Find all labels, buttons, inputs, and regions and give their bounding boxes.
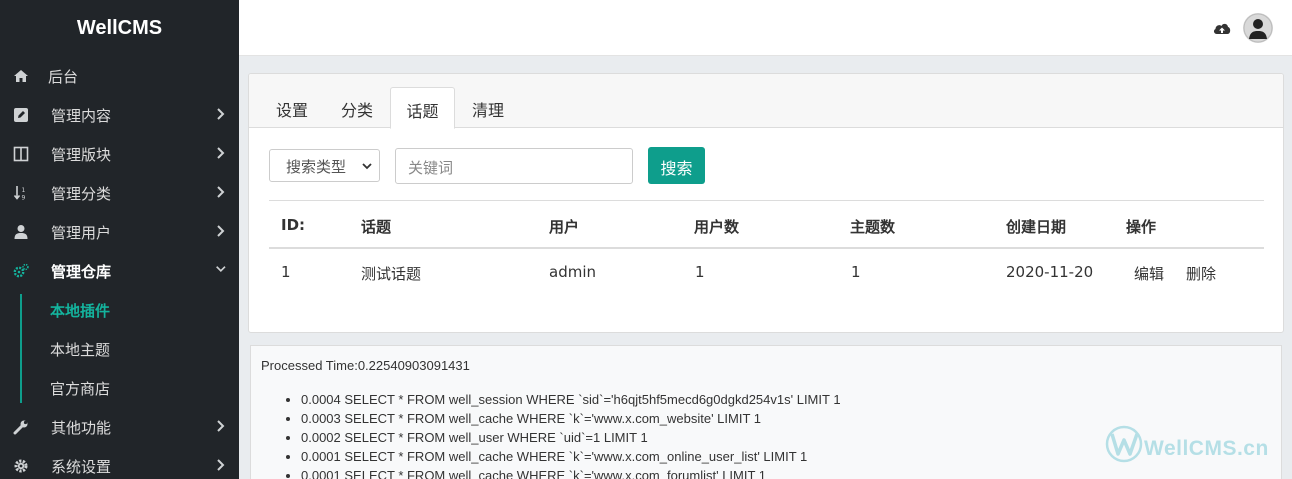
svg-text:9: 9 [22, 195, 26, 202]
watermark-w-icon [1105, 425, 1143, 463]
tab-settings[interactable]: 设置 [267, 87, 317, 128]
sidebar-item-other[interactable]: 其他功能 [0, 407, 239, 446]
col-user: 用户 [549, 218, 580, 236]
topics-table: ID: 话题 用户 用户数 主题数 创建日期 操作 1 测试话题 admin 1… [269, 200, 1264, 297]
chevron-down-icon [216, 266, 226, 273]
chevron-right-icon [217, 459, 225, 471]
col-actions: 操作 [1126, 218, 1157, 236]
query-item: 0.0002 SELECT * FROM well_user WHERE `ui… [301, 430, 841, 449]
submenu-item-local-themes[interactable]: 本地主题 [0, 329, 239, 368]
col-thread-count: 主题数 [850, 218, 896, 236]
watermark-text: WellCMS.cn [1144, 437, 1269, 460]
chevron-right-icon [217, 420, 225, 432]
submenu-item-official-store[interactable]: 官方商店 [0, 368, 239, 407]
tab-categories[interactable]: 分类 [331, 87, 383, 128]
table-row: 1 测试话题 admin 1 1 2020-11-20 编辑 删除 [269, 249, 1264, 297]
top-header [239, 0, 1292, 56]
home-icon [14, 70, 28, 82]
topic-card: 设置 分类 话题 清理 搜索类型 关键词 搜索 ID: 话题 用户 用户数 主题… [248, 73, 1284, 333]
cell-id: 1 [281, 263, 291, 281]
sort-icon: 19 [13, 186, 26, 202]
columns-icon [13, 146, 29, 162]
tabs-bar: 设置 分类 话题 清理 [249, 74, 1283, 129]
col-topic: 话题 [361, 218, 392, 236]
cogs-icon [13, 263, 29, 278]
delete-link[interactable]: 删除 [1186, 263, 1216, 284]
cell-thread-count: 1 [851, 263, 861, 281]
svg-text:1: 1 [22, 187, 26, 194]
cell-topic: 测试话题 [361, 265, 422, 283]
processed-time: Processed Time:0.22540903091431 [261, 358, 470, 373]
tab-topics[interactable]: 话题 [390, 87, 455, 129]
chevron-right-icon [217, 147, 225, 159]
keyword-input[interactable]: 关键词 [395, 148, 633, 184]
submenu-item-local-plugins[interactable]: 本地插件 [0, 290, 239, 329]
gear-icon [14, 459, 28, 473]
cell-user-count: 1 [695, 263, 705, 281]
user-avatar[interactable] [1243, 13, 1273, 43]
chevron-right-icon [217, 108, 225, 120]
sidebar: WellCMS 后台 管理内容 管理版块 19 管理分类 管理用户 管理仓库 本… [0, 0, 239, 479]
query-list: 0.0004 SELECT * FROM well_session WHERE … [301, 392, 841, 479]
sidebar-item-users[interactable]: 管理用户 [0, 212, 239, 251]
col-id: ID: [281, 216, 306, 234]
sidebar-item-settings[interactable]: 系统设置 [0, 446, 239, 479]
sidebar-item-repository[interactable]: 管理仓库 [0, 251, 239, 290]
cloud-upload-icon[interactable] [1212, 19, 1232, 37]
cell-created: 2020-11-20 [1006, 263, 1094, 281]
edit-link[interactable]: 编辑 [1134, 263, 1164, 284]
query-item: 0.0001 SELECT * FROM well_cache WHERE `k… [301, 468, 841, 479]
watermark-logo: WellCMS.cn [1104, 424, 1284, 464]
col-created: 创建日期 [1006, 218, 1067, 236]
query-item: 0.0001 SELECT * FROM well_cache WHERE `k… [301, 449, 841, 468]
sidebar-item-forums[interactable]: 管理版块 [0, 134, 239, 173]
search-type-select[interactable]: 搜索类型 [269, 149, 380, 182]
edit-icon [14, 108, 28, 122]
query-item: 0.0003 SELECT * FROM well_cache WHERE `k… [301, 411, 841, 430]
sidebar-item-dashboard[interactable]: 后台 [0, 56, 239, 95]
sidebar-item-categories[interactable]: 19 管理分类 [0, 173, 239, 212]
repository-submenu: 本地插件 本地主题 官方商店 [0, 290, 239, 407]
col-user-count: 用户数 [694, 218, 740, 236]
chevron-down-icon [362, 163, 372, 170]
sidebar-item-content[interactable]: 管理内容 [0, 95, 239, 134]
tab-cleanup[interactable]: 清理 [462, 87, 514, 128]
query-item: 0.0004 SELECT * FROM well_session WHERE … [301, 392, 841, 411]
user-icon [14, 225, 28, 239]
brand-logo[interactable]: WellCMS [0, 0, 239, 56]
search-button[interactable]: 搜索 [648, 147, 705, 184]
avatar-icon [1243, 13, 1273, 43]
chevron-right-icon [217, 225, 225, 237]
wrench-icon [13, 420, 28, 435]
table-header: ID: 话题 用户 用户数 主题数 创建日期 操作 [269, 200, 1264, 249]
chevron-right-icon [217, 186, 225, 198]
cell-user: admin [549, 263, 596, 281]
